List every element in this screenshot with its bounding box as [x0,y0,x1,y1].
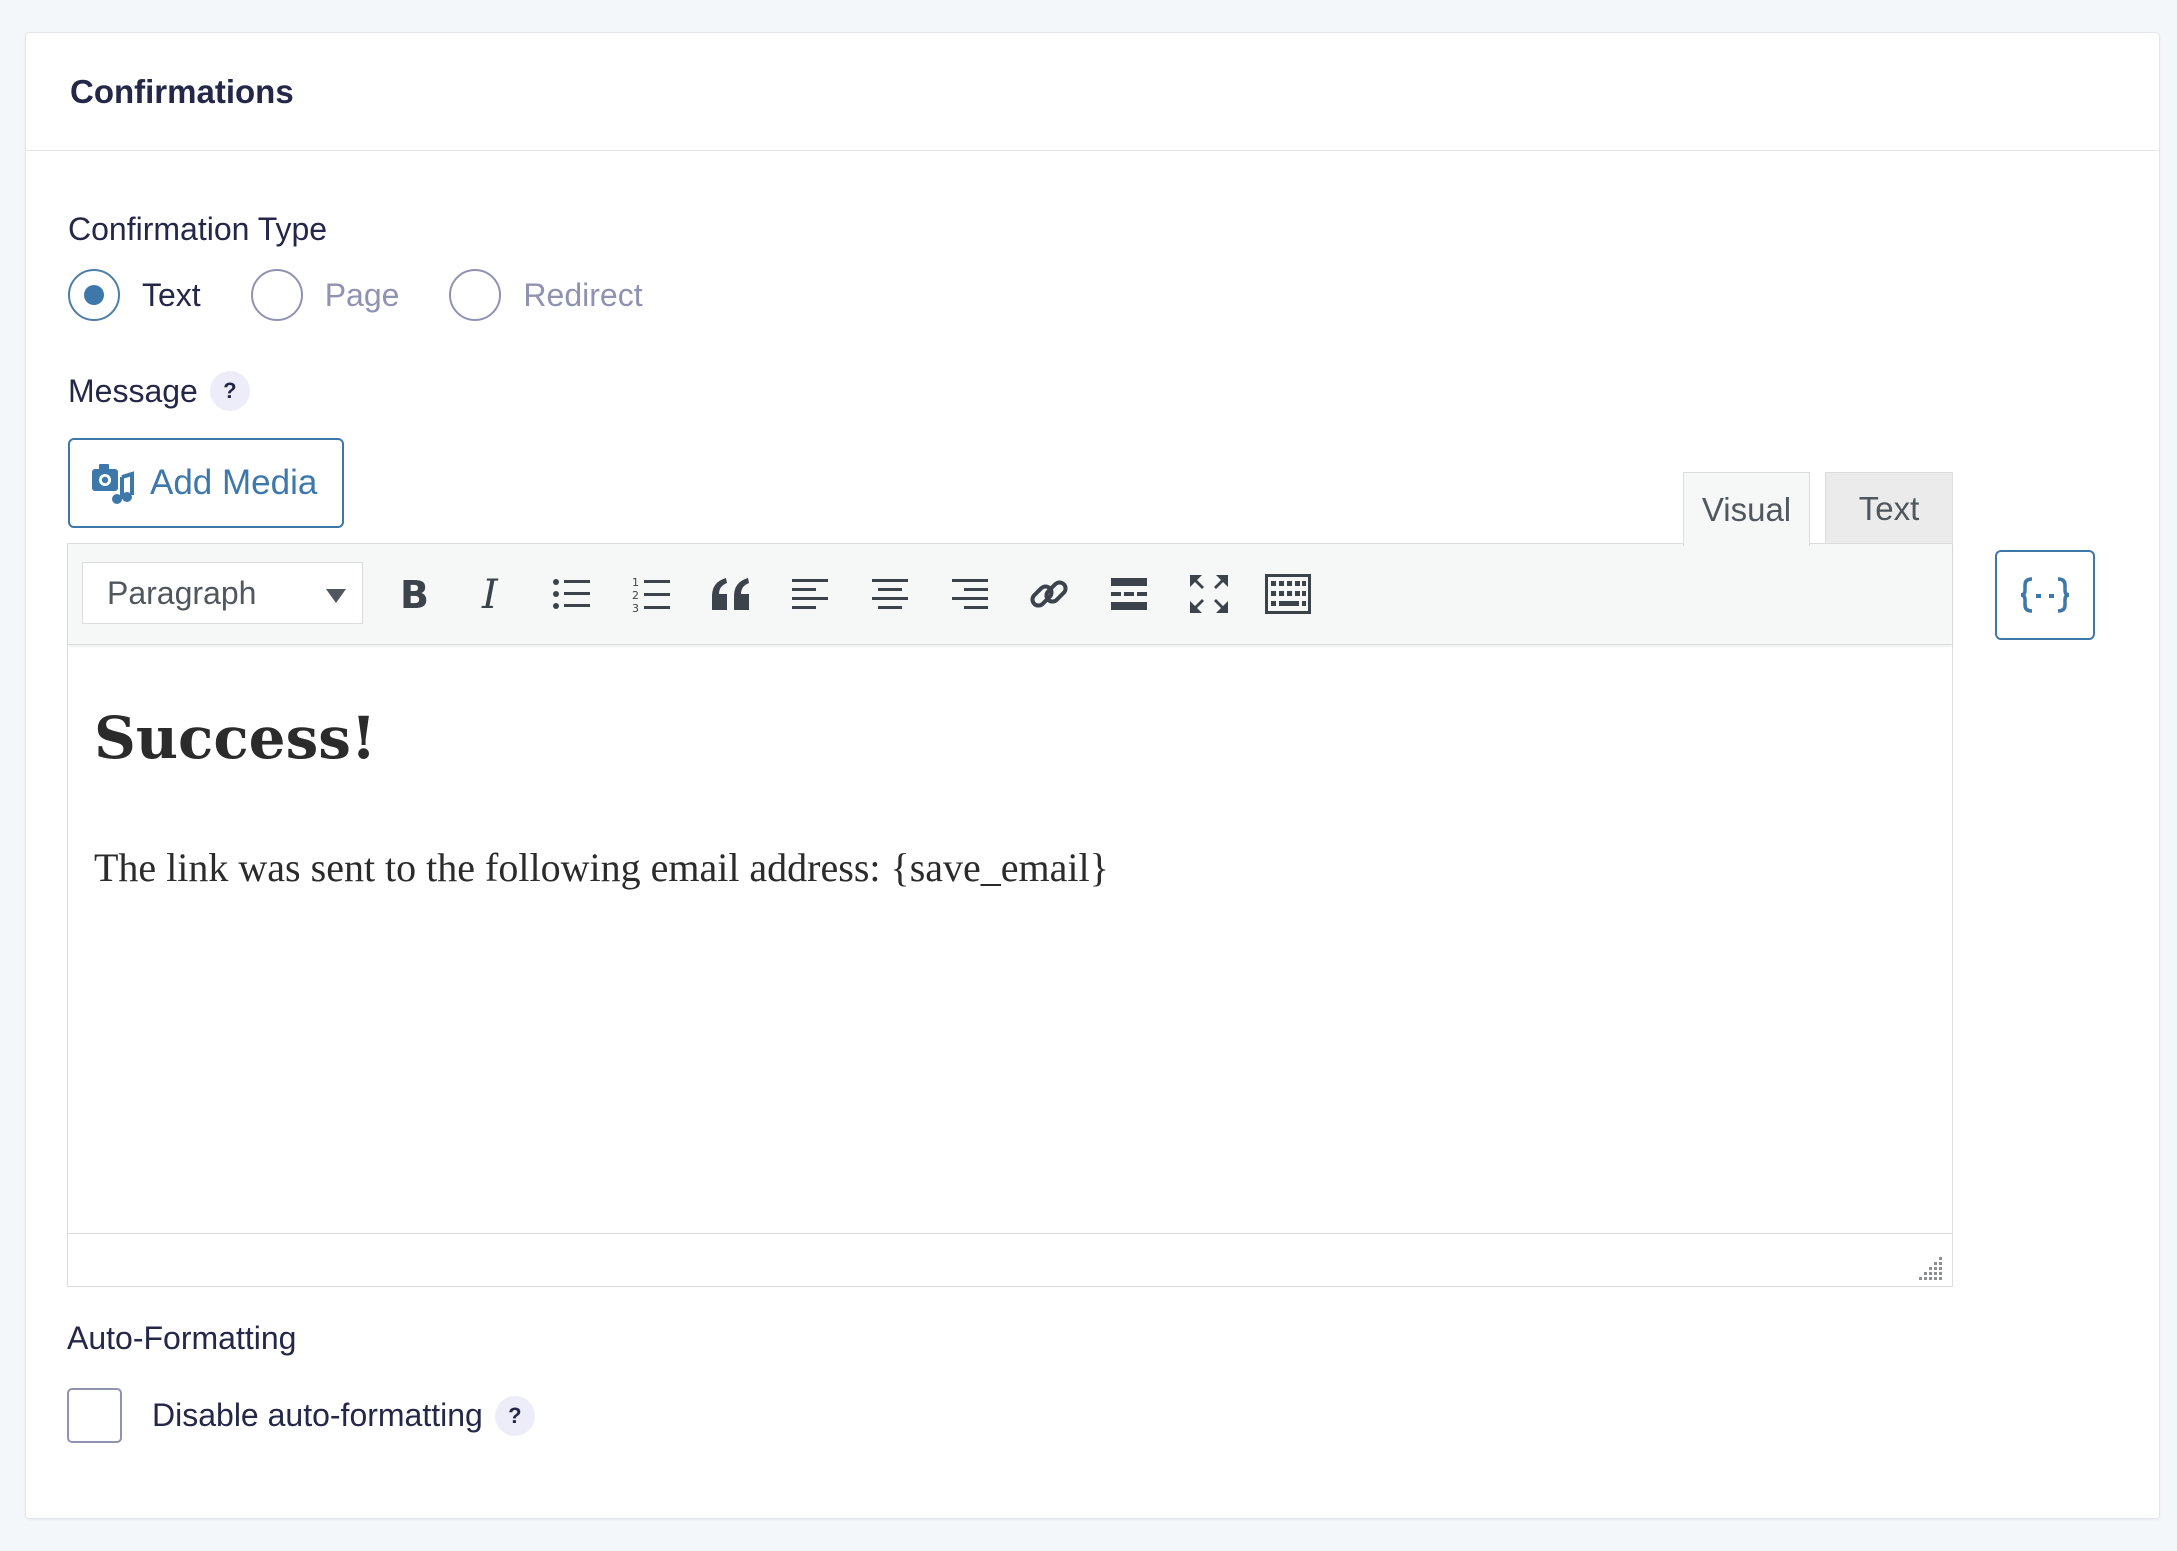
editor-toolbar: Paragraph B I 1 2 3 [68,544,1952,645]
message-label: Message [68,372,198,409]
svg-text:3: 3 [632,602,639,613]
read-more-button[interactable] [1101,566,1157,622]
radio-page-input[interactable] [250,269,303,321]
blockquote-button[interactable] [703,566,759,622]
message-help-icon[interactable]: ? [209,371,250,411]
radio-text-label: Text [142,276,201,313]
toolbar-toggle-button[interactable] [1260,566,1316,622]
radio-option-text[interactable]: Text [68,269,201,321]
italic-icon: I [481,574,499,614]
confirmation-type-radio-group: Text Page Redirect [68,269,693,321]
radio-option-page[interactable]: Page [250,269,400,321]
toolbar-toggle-icon [1265,574,1311,614]
radio-redirect-label: Redirect [523,276,643,313]
tab-visual[interactable]: Visual [1683,472,1810,546]
chevron-down-icon [326,589,346,603]
bold-icon: B [400,574,429,614]
disable-auto-formatting-row: Disable auto-formatting ? [67,1388,535,1443]
add-media-icon [92,464,134,504]
bold-button[interactable]: B [385,566,441,622]
numbered-list-button[interactable]: 1 2 3 [624,566,680,622]
editor-content-area[interactable]: Success! The link was sent to the follow… [68,644,1952,1232]
svg-text:2: 2 [632,589,639,602]
add-media-button[interactable]: Add Media [68,438,344,528]
message-label-row: Message ? [68,371,250,411]
format-select[interactable]: Paragraph [82,562,363,624]
disable-auto-formatting-label: Disable auto-formatting [152,1397,483,1433]
format-select-value: Paragraph [107,574,257,611]
content-paragraph: The link was sent to the following email… [94,845,1109,890]
fullscreen-button[interactable] [1181,566,1237,622]
align-center-button[interactable] [862,566,918,622]
align-right-button[interactable] [942,566,998,622]
read-more-icon [1111,578,1147,610]
numbered-list-icon: 1 2 3 [632,576,670,613]
radio-page-label: Page [324,276,400,313]
panel-header: Confirmations [26,33,2159,151]
add-media-label: Add Media [150,463,318,502]
blockquote-icon [712,578,749,610]
auto-formatting-help-icon[interactable]: ? [494,1395,535,1436]
merge-tags-icon [2020,577,2070,613]
align-center-icon [872,579,908,609]
link-button[interactable] [1021,566,1077,622]
radio-option-redirect[interactable]: Redirect [449,269,643,321]
italic-button[interactable]: I [465,566,521,622]
editor-statusbar [68,1233,1952,1286]
tab-text[interactable]: Text [1825,472,1953,544]
content-heading: Success! [94,704,377,772]
panel-title: Confirmations [70,72,294,110]
svg-text:B: B [400,574,429,614]
svg-text:I: I [481,574,499,614]
radio-selected-dot [84,285,104,305]
resize-handle-icon[interactable] [1918,1254,1944,1280]
bulleted-list-button[interactable] [544,566,600,622]
confirmation-type-label: Confirmation Type [68,211,328,247]
bulleted-list-icon [553,579,590,609]
disable-auto-formatting-checkbox[interactable] [67,1388,122,1443]
radio-redirect-input[interactable] [449,269,502,321]
auto-formatting-label: Auto-Formatting [67,1320,297,1356]
align-left-icon [792,579,828,609]
align-left-button[interactable] [782,566,838,622]
message-editor: Paragraph B I 1 2 3 Success! The link wa… [67,543,1953,1287]
radio-text-input[interactable] [68,269,120,321]
align-right-icon [952,579,988,609]
link-icon [1030,580,1068,608]
fullscreen-icon [1190,575,1228,613]
svg-text:1: 1 [632,576,639,589]
merge-tags-button[interactable] [1995,550,2095,640]
